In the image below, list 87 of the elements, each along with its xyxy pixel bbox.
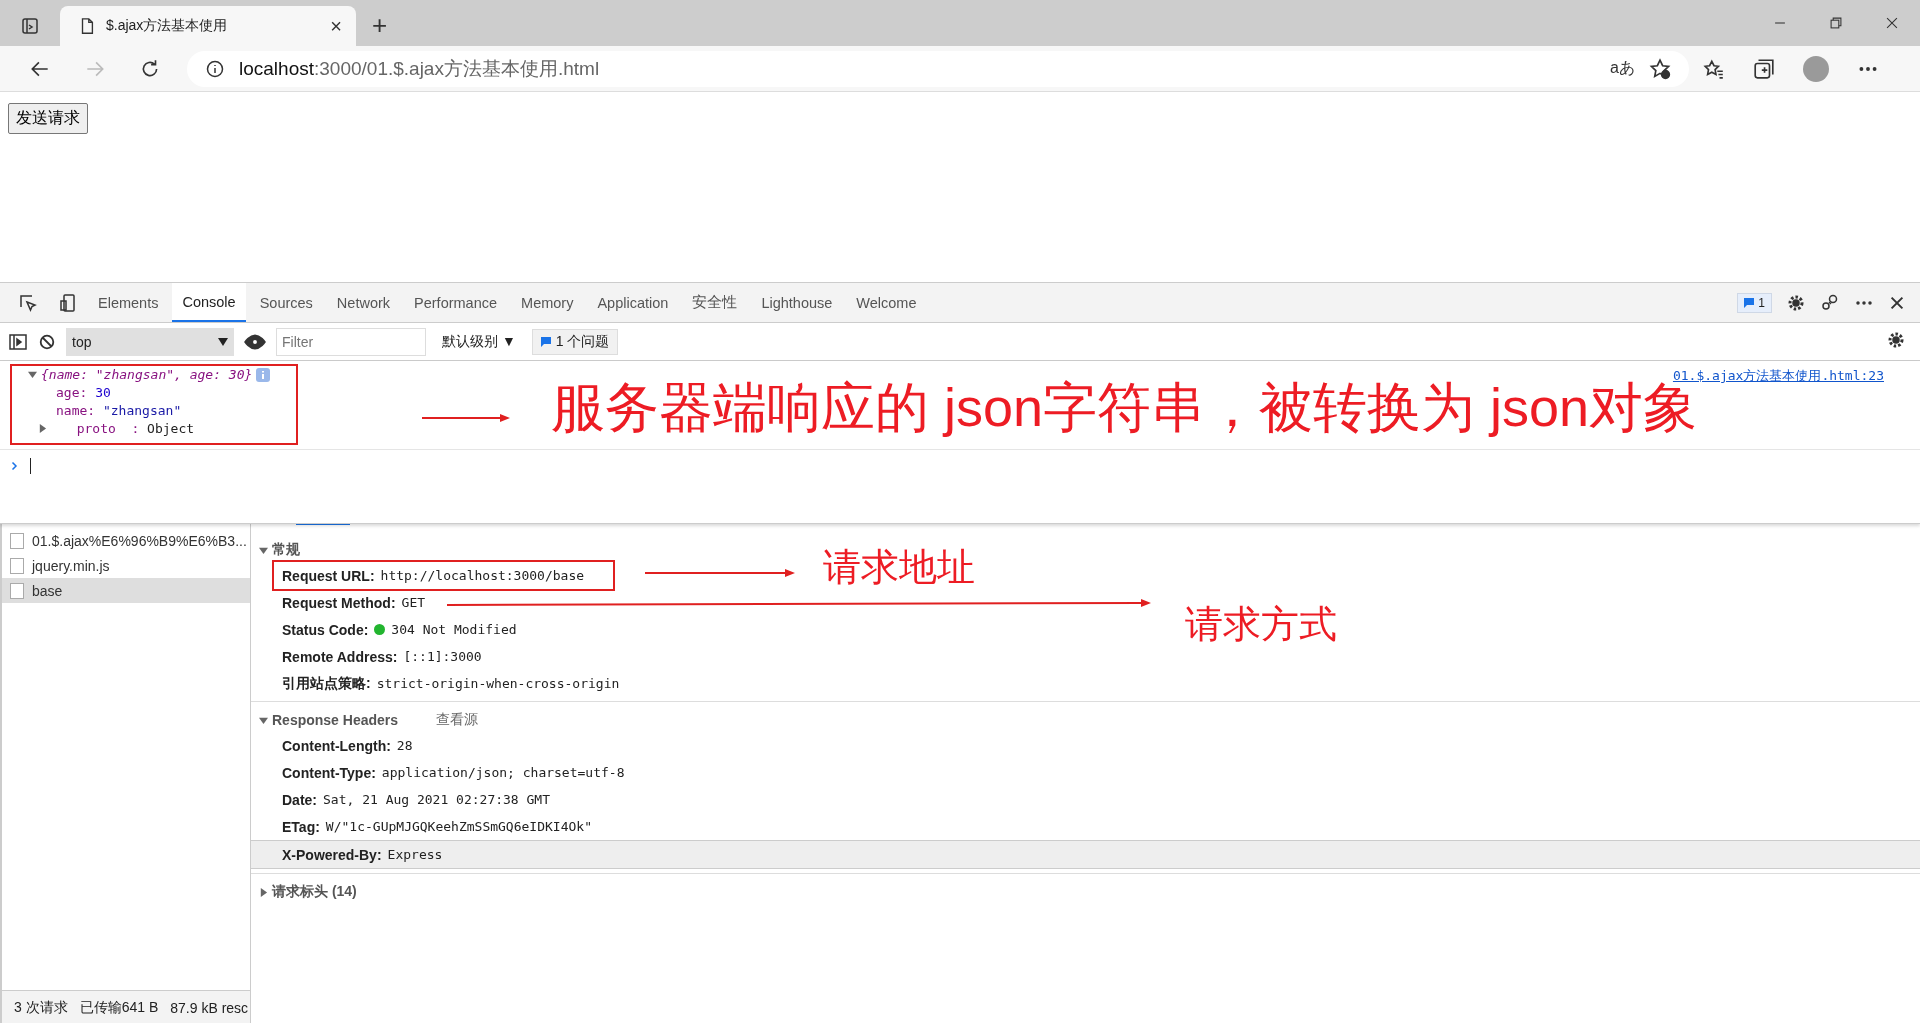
devtools-tab[interactable]: Network	[326, 283, 401, 322]
tab-actions-icon[interactable]	[20, 16, 40, 36]
header-value: 28	[396, 738, 413, 753]
header-value: 304 Not Modified	[391, 622, 517, 637]
collections-icon[interactable]	[1753, 57, 1775, 80]
connect-icon[interactable]	[1820, 292, 1840, 313]
close-icon[interactable]	[1885, 16, 1899, 30]
sidebar-icon[interactable]	[8, 331, 28, 352]
profile-avatar[interactable]	[1803, 55, 1829, 82]
object-property: age: 30	[55, 385, 112, 400]
prompt-chevron-icon	[10, 461, 20, 471]
request-item[interactable]: jquery.min.js	[2, 553, 250, 578]
devtools-tab[interactable]: Elements	[88, 283, 169, 322]
source-link[interactable]: 01.$.ajax方法基本使用.html:23	[1672, 367, 1884, 385]
status-text: 3 次请求	[14, 998, 68, 1017]
restore-icon[interactable]	[1829, 16, 1843, 30]
file-icon	[10, 557, 24, 574]
read-aloud-button[interactable]: aあ	[1610, 58, 1635, 79]
header-name: Request URL:	[282, 567, 375, 584]
close-tab-button[interactable]: ×	[330, 14, 342, 38]
issues-button[interactable]: 1 个问题	[531, 328, 619, 355]
issues-badge[interactable]: 1	[1737, 292, 1772, 313]
request-item[interactable]: 01.$.ajax%E6%96%B9%E6%B3...	[2, 528, 250, 553]
devtools-tab[interactable]: 安全性	[682, 283, 748, 322]
clear-icon[interactable]	[38, 332, 56, 351]
address-bar[interactable]: localhost:3000/01.$.ajax方法基本使用.html aあ	[187, 50, 1689, 87]
view-source-link[interactable]: 查看源	[436, 711, 479, 729]
header-name: Remote Address:	[282, 648, 398, 665]
filter-field[interactable]: Filter	[276, 327, 426, 356]
header-name: ETag:	[282, 818, 320, 835]
devtools-tab[interactable]: Console	[172, 283, 246, 322]
log-levels-dropdown[interactable]: 默认级别 ▼	[436, 332, 522, 351]
devtools-tab[interactable]: Welcome	[846, 283, 927, 322]
file-icon	[10, 532, 24, 549]
header-value: strict-origin-when-cross-origin	[376, 676, 620, 691]
header-value: http://localhost:3000/base	[380, 568, 585, 583]
header-value: application/json; charset=utf-8	[381, 765, 625, 780]
context-select[interactable]: top	[66, 327, 234, 356]
object-property: name: "zhangsan"	[55, 403, 183, 418]
header-name: Status Code:	[282, 621, 369, 638]
favorites-icon[interactable]	[1703, 57, 1725, 80]
url-text: localhost:3000/01.$.ajax方法基本使用.html	[239, 56, 600, 81]
status-dot	[374, 624, 386, 635]
section-title[interactable]: 常规	[272, 541, 300, 559]
info-icon[interactable]	[205, 58, 225, 79]
section-title[interactable]: 请求标头 (14)	[272, 883, 357, 901]
annotation-text: 请求地址	[823, 548, 975, 586]
object-summary: {name: "zhangsan", age: 30}	[41, 367, 253, 382]
header-name: X-Powered-By:	[282, 846, 382, 863]
devtools-tab[interactable]: Application	[587, 283, 679, 322]
new-tab-button[interactable]: +	[372, 6, 388, 46]
settings-icon[interactable]	[1886, 330, 1906, 350]
header-value: GET	[401, 595, 426, 610]
expand-triangle-icon[interactable]	[28, 370, 37, 379]
send-request-button[interactable]: 发送请求	[8, 103, 88, 134]
header-value: Express	[387, 847, 443, 862]
expand-triangle-icon[interactable]	[259, 715, 268, 725]
favorite-add-icon[interactable]	[1649, 57, 1671, 80]
device-icon[interactable]	[58, 292, 78, 313]
devtools-tab[interactable]: Performance	[404, 283, 508, 322]
object-property: proto : Object	[75, 421, 195, 436]
message-icon	[540, 336, 551, 347]
devtools-tab[interactable]: Sources	[249, 283, 323, 322]
header-value: W/"1c-GUpMJGQKeehZmSSmGQ6eIDKI4Ok"	[325, 819, 592, 834]
header-name: 引用站点策略:	[282, 674, 371, 693]
dropdown-caret-icon	[218, 337, 228, 346]
status-text: 87.9 kB resc	[170, 999, 249, 1016]
devtools-tab[interactable]: Lighthouse	[751, 283, 843, 322]
header-value: [::1]:3000	[403, 649, 482, 664]
browser-tab[interactable]: $.ajax方法基本使用 ×	[60, 6, 356, 46]
message-icon	[1744, 297, 1755, 308]
section-title[interactable]: Response Headers	[272, 712, 399, 728]
collapse-triangle-icon[interactable]	[259, 887, 268, 897]
inspect-icon[interactable]	[18, 292, 38, 313]
header-name: Content-Type:	[282, 764, 376, 781]
expand-triangle-icon[interactable]	[259, 545, 268, 555]
file-icon	[10, 582, 24, 599]
header-value: Sat, 21 Aug 2021 02:27:38 GMT	[323, 792, 550, 807]
collapse-triangle-icon[interactable]	[38, 424, 47, 433]
request-item[interactable]: base	[2, 578, 250, 603]
annotation-text: 请求方式	[1185, 605, 1337, 643]
header-name: Date:	[282, 791, 317, 808]
status-text: 已传输641 B	[79, 998, 159, 1017]
header-name: Content-Length:	[282, 737, 391, 754]
tab-title: $.ajax方法基本使用	[106, 17, 229, 35]
header-name: Request Method:	[282, 594, 396, 611]
devtools-tab[interactable]: Memory	[511, 283, 584, 322]
